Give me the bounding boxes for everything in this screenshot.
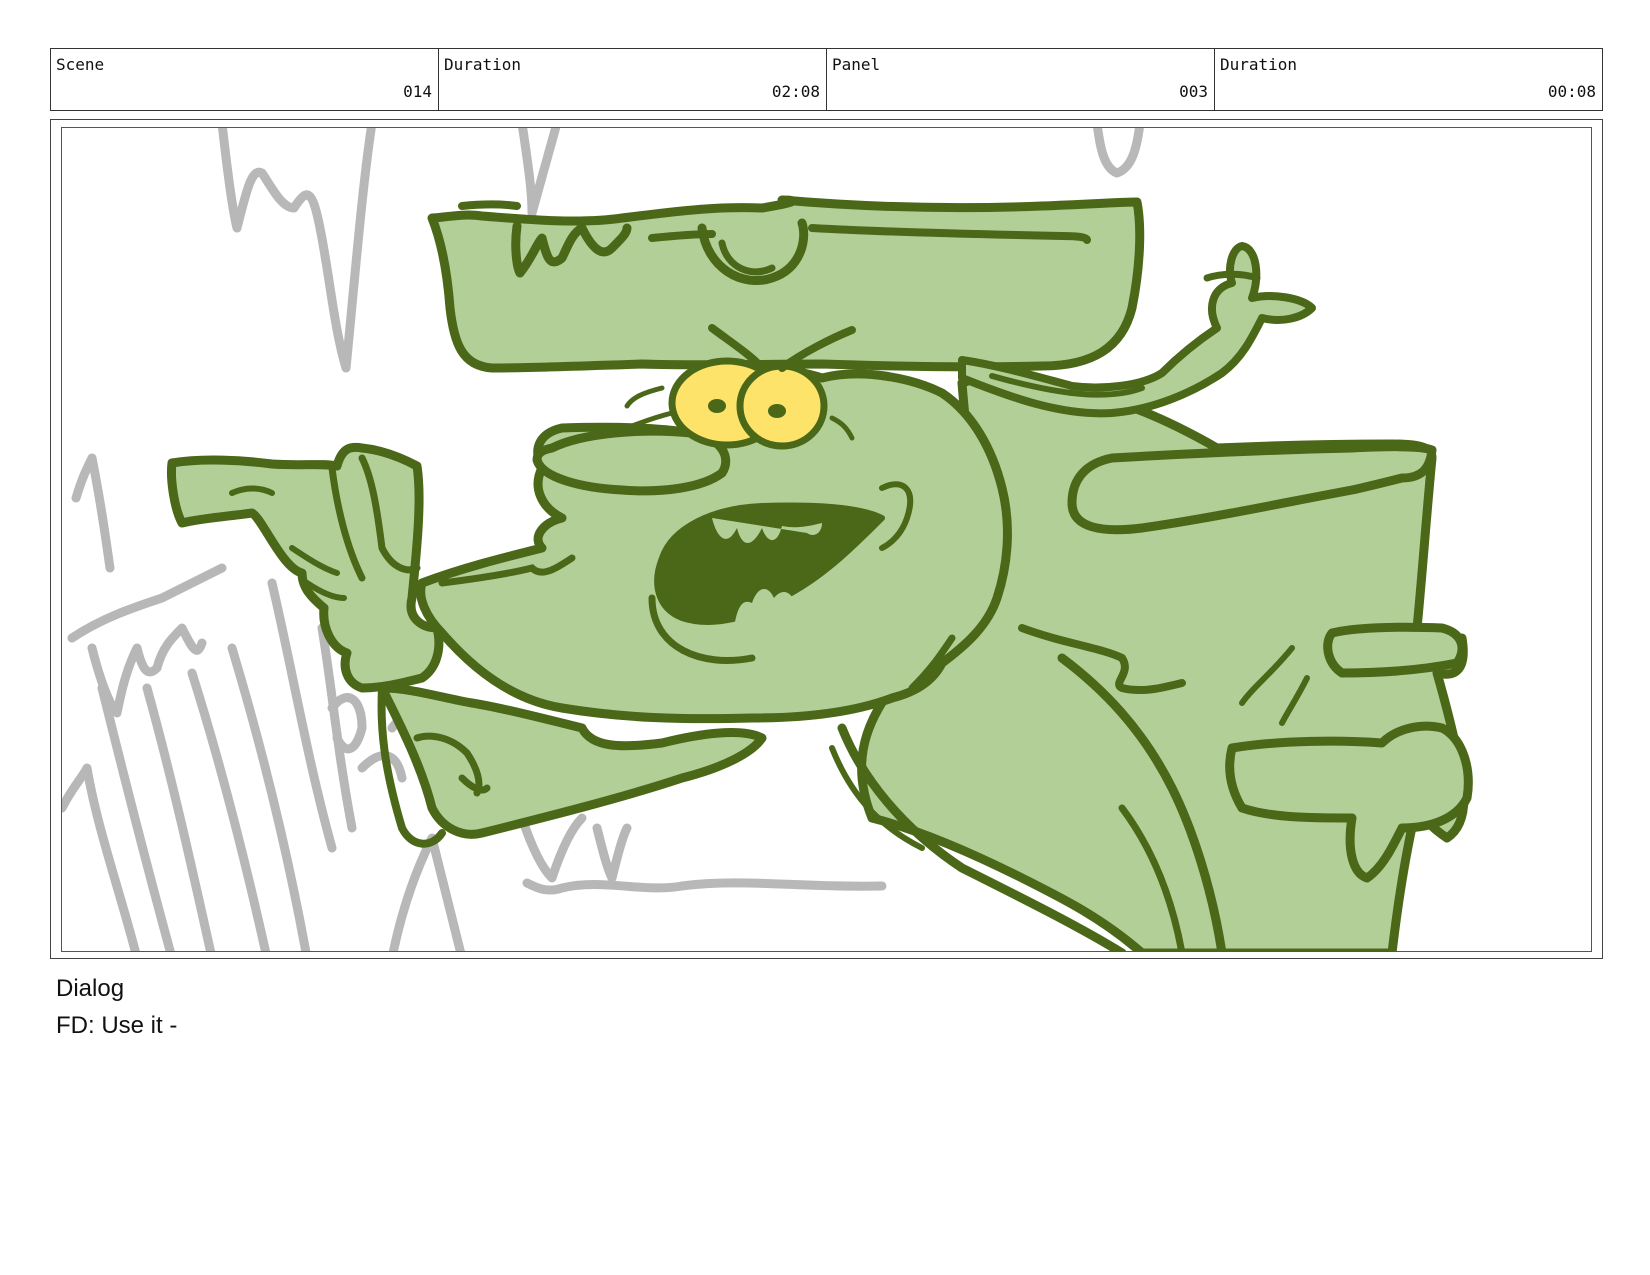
panel-artwork bbox=[61, 127, 1592, 952]
character-head bbox=[416, 324, 1012, 724]
scene-duration-value: 02:08 bbox=[771, 82, 820, 101]
panel-duration-label: Duration bbox=[1220, 55, 1298, 74]
storyboard-drawing bbox=[62, 128, 1473, 951]
panel-info-header: Scene 014 Duration 02:08 Panel 003 Durat… bbox=[50, 48, 1603, 111]
dialog-label: Dialog bbox=[56, 975, 125, 1002]
scene-cell: Scene 014 bbox=[51, 49, 439, 110]
panel-number: 003 bbox=[1179, 82, 1208, 101]
dialog-text: FD: Use it - bbox=[56, 1012, 178, 1039]
panel-cell: Panel 003 bbox=[827, 49, 1215, 110]
panel-label: Panel bbox=[832, 55, 881, 74]
scene-label: Scene bbox=[56, 55, 105, 74]
scene-duration-label: Duration bbox=[444, 55, 522, 74]
scene-number: 014 bbox=[403, 82, 432, 101]
panel-duration-cell: Duration 00:08 bbox=[1215, 49, 1602, 110]
scene-duration-cell: Duration 02:08 bbox=[439, 49, 827, 110]
pirate-hat bbox=[427, 195, 1145, 373]
panel-duration-value: 00:08 bbox=[1547, 82, 1596, 101]
